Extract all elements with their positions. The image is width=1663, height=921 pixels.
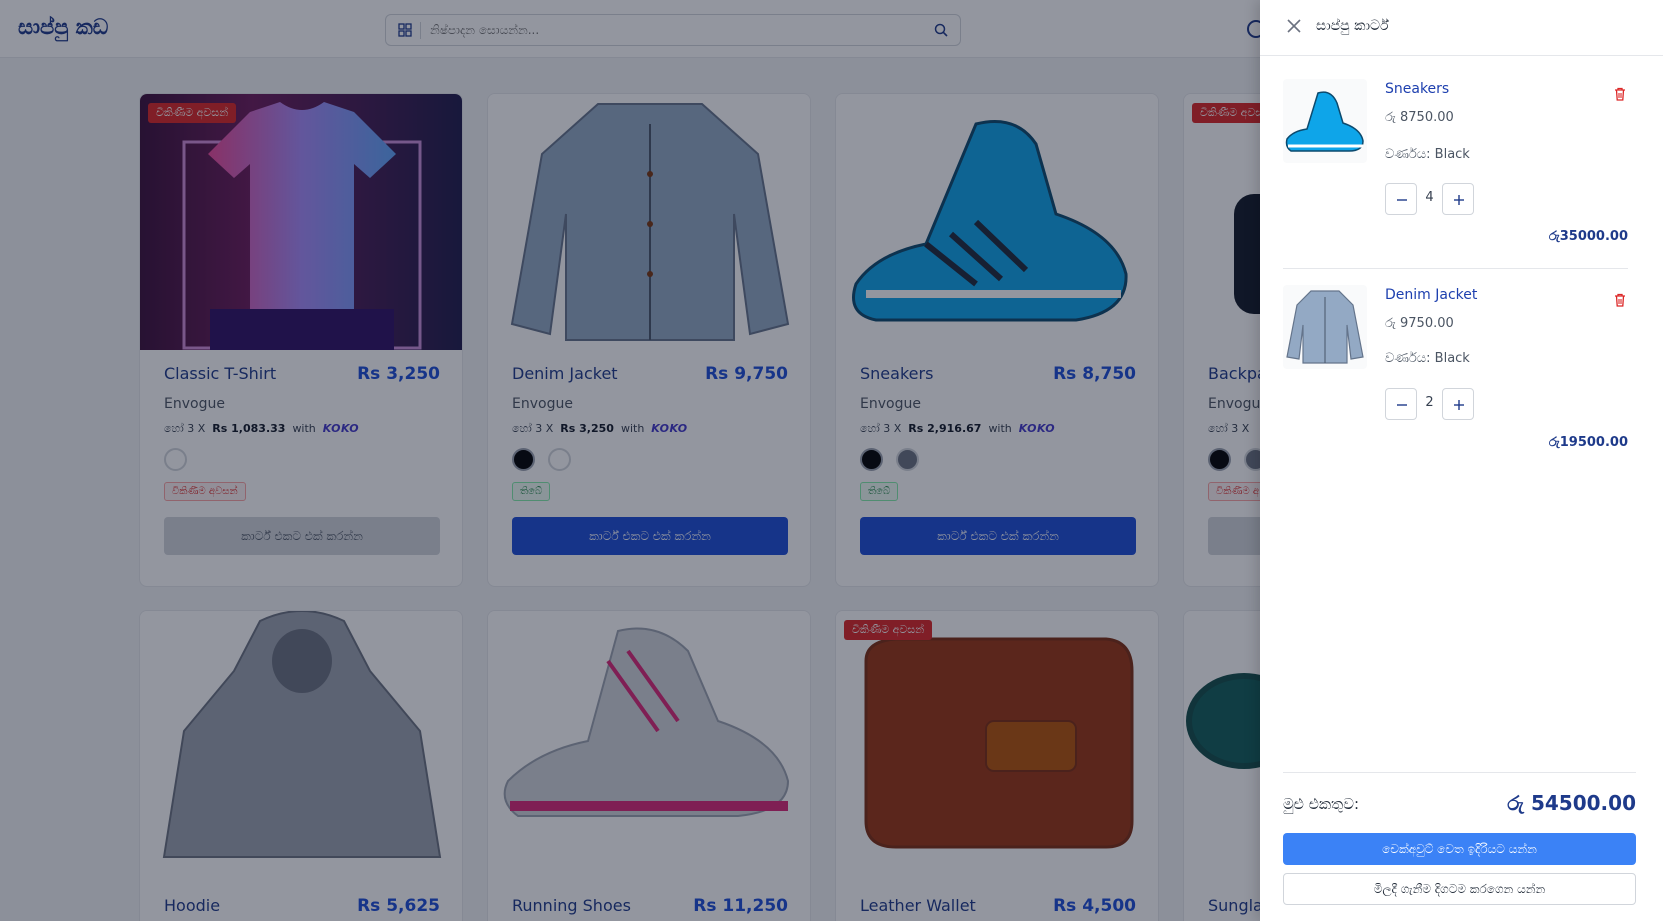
cart-item-variant: වර්ණය: Black: [1385, 351, 1470, 366]
sneakers-thumbnail: [1285, 91, 1364, 152]
checkout-button[interactable]: චෙක්අවුට් වෙත ඉදිරියට යන්න: [1283, 833, 1636, 865]
cart-item: Sneakers රු 8750.00 වර්ණය: Black 4 රු350…: [1283, 79, 1636, 254]
minus-icon: [1397, 199, 1407, 201]
close-icon[interactable]: [1286, 18, 1302, 34]
cart-item-line-total: රු19500.00: [1548, 435, 1628, 450]
cart-item-unit-price: රු 9750.00: [1385, 316, 1454, 331]
cart-title: සාප්පු කාර්ට්: [1316, 18, 1389, 34]
cart-footer-divider: [1283, 772, 1636, 773]
cart-item-thumbnail: [1283, 79, 1367, 163]
trash-icon[interactable]: [1612, 292, 1628, 308]
cart-item-thumbnail: [1283, 285, 1367, 369]
cart-item-line-total: රු35000.00: [1548, 229, 1628, 244]
increase-quantity-button[interactable]: [1442, 183, 1474, 215]
quantity-value: 4: [1425, 190, 1434, 205]
quantity-value: 2: [1425, 395, 1434, 410]
denim-jacket-thumbnail: [1286, 290, 1364, 364]
continue-shopping-button[interactable]: මිලදී ගැනීම දිගටම කරගෙන යන්න: [1283, 873, 1636, 905]
trash-icon[interactable]: [1612, 86, 1628, 102]
cart-item-divider: [1283, 268, 1628, 269]
cart-header: සාප්පු කාර්ට්: [1260, 0, 1663, 56]
cart-item-name[interactable]: Sneakers: [1385, 81, 1449, 97]
plus-icon: [1454, 400, 1464, 410]
cart-item-unit-price: රු 8750.00: [1385, 110, 1454, 125]
plus-icon: [1454, 195, 1464, 205]
decrease-quantity-button[interactable]: [1385, 183, 1417, 215]
cart-total-label: මුළු එකතුව:: [1283, 795, 1360, 813]
minus-icon: [1397, 404, 1407, 406]
increase-quantity-button[interactable]: [1442, 388, 1474, 420]
cart-item-name[interactable]: Denim Jacket: [1385, 287, 1477, 303]
cart-drawer: සාප්පු කාර්ට් Sneakers රු 8750.00 වර්ණය:…: [1260, 0, 1663, 921]
cart-item: Denim Jacket රු 9750.00 වර්ණය: Black 2 ර…: [1283, 285, 1636, 460]
decrease-quantity-button[interactable]: [1385, 388, 1417, 420]
cart-total-value: රු 54500.00: [1507, 791, 1636, 815]
cart-item-variant: වර්ණය: Black: [1385, 147, 1470, 162]
